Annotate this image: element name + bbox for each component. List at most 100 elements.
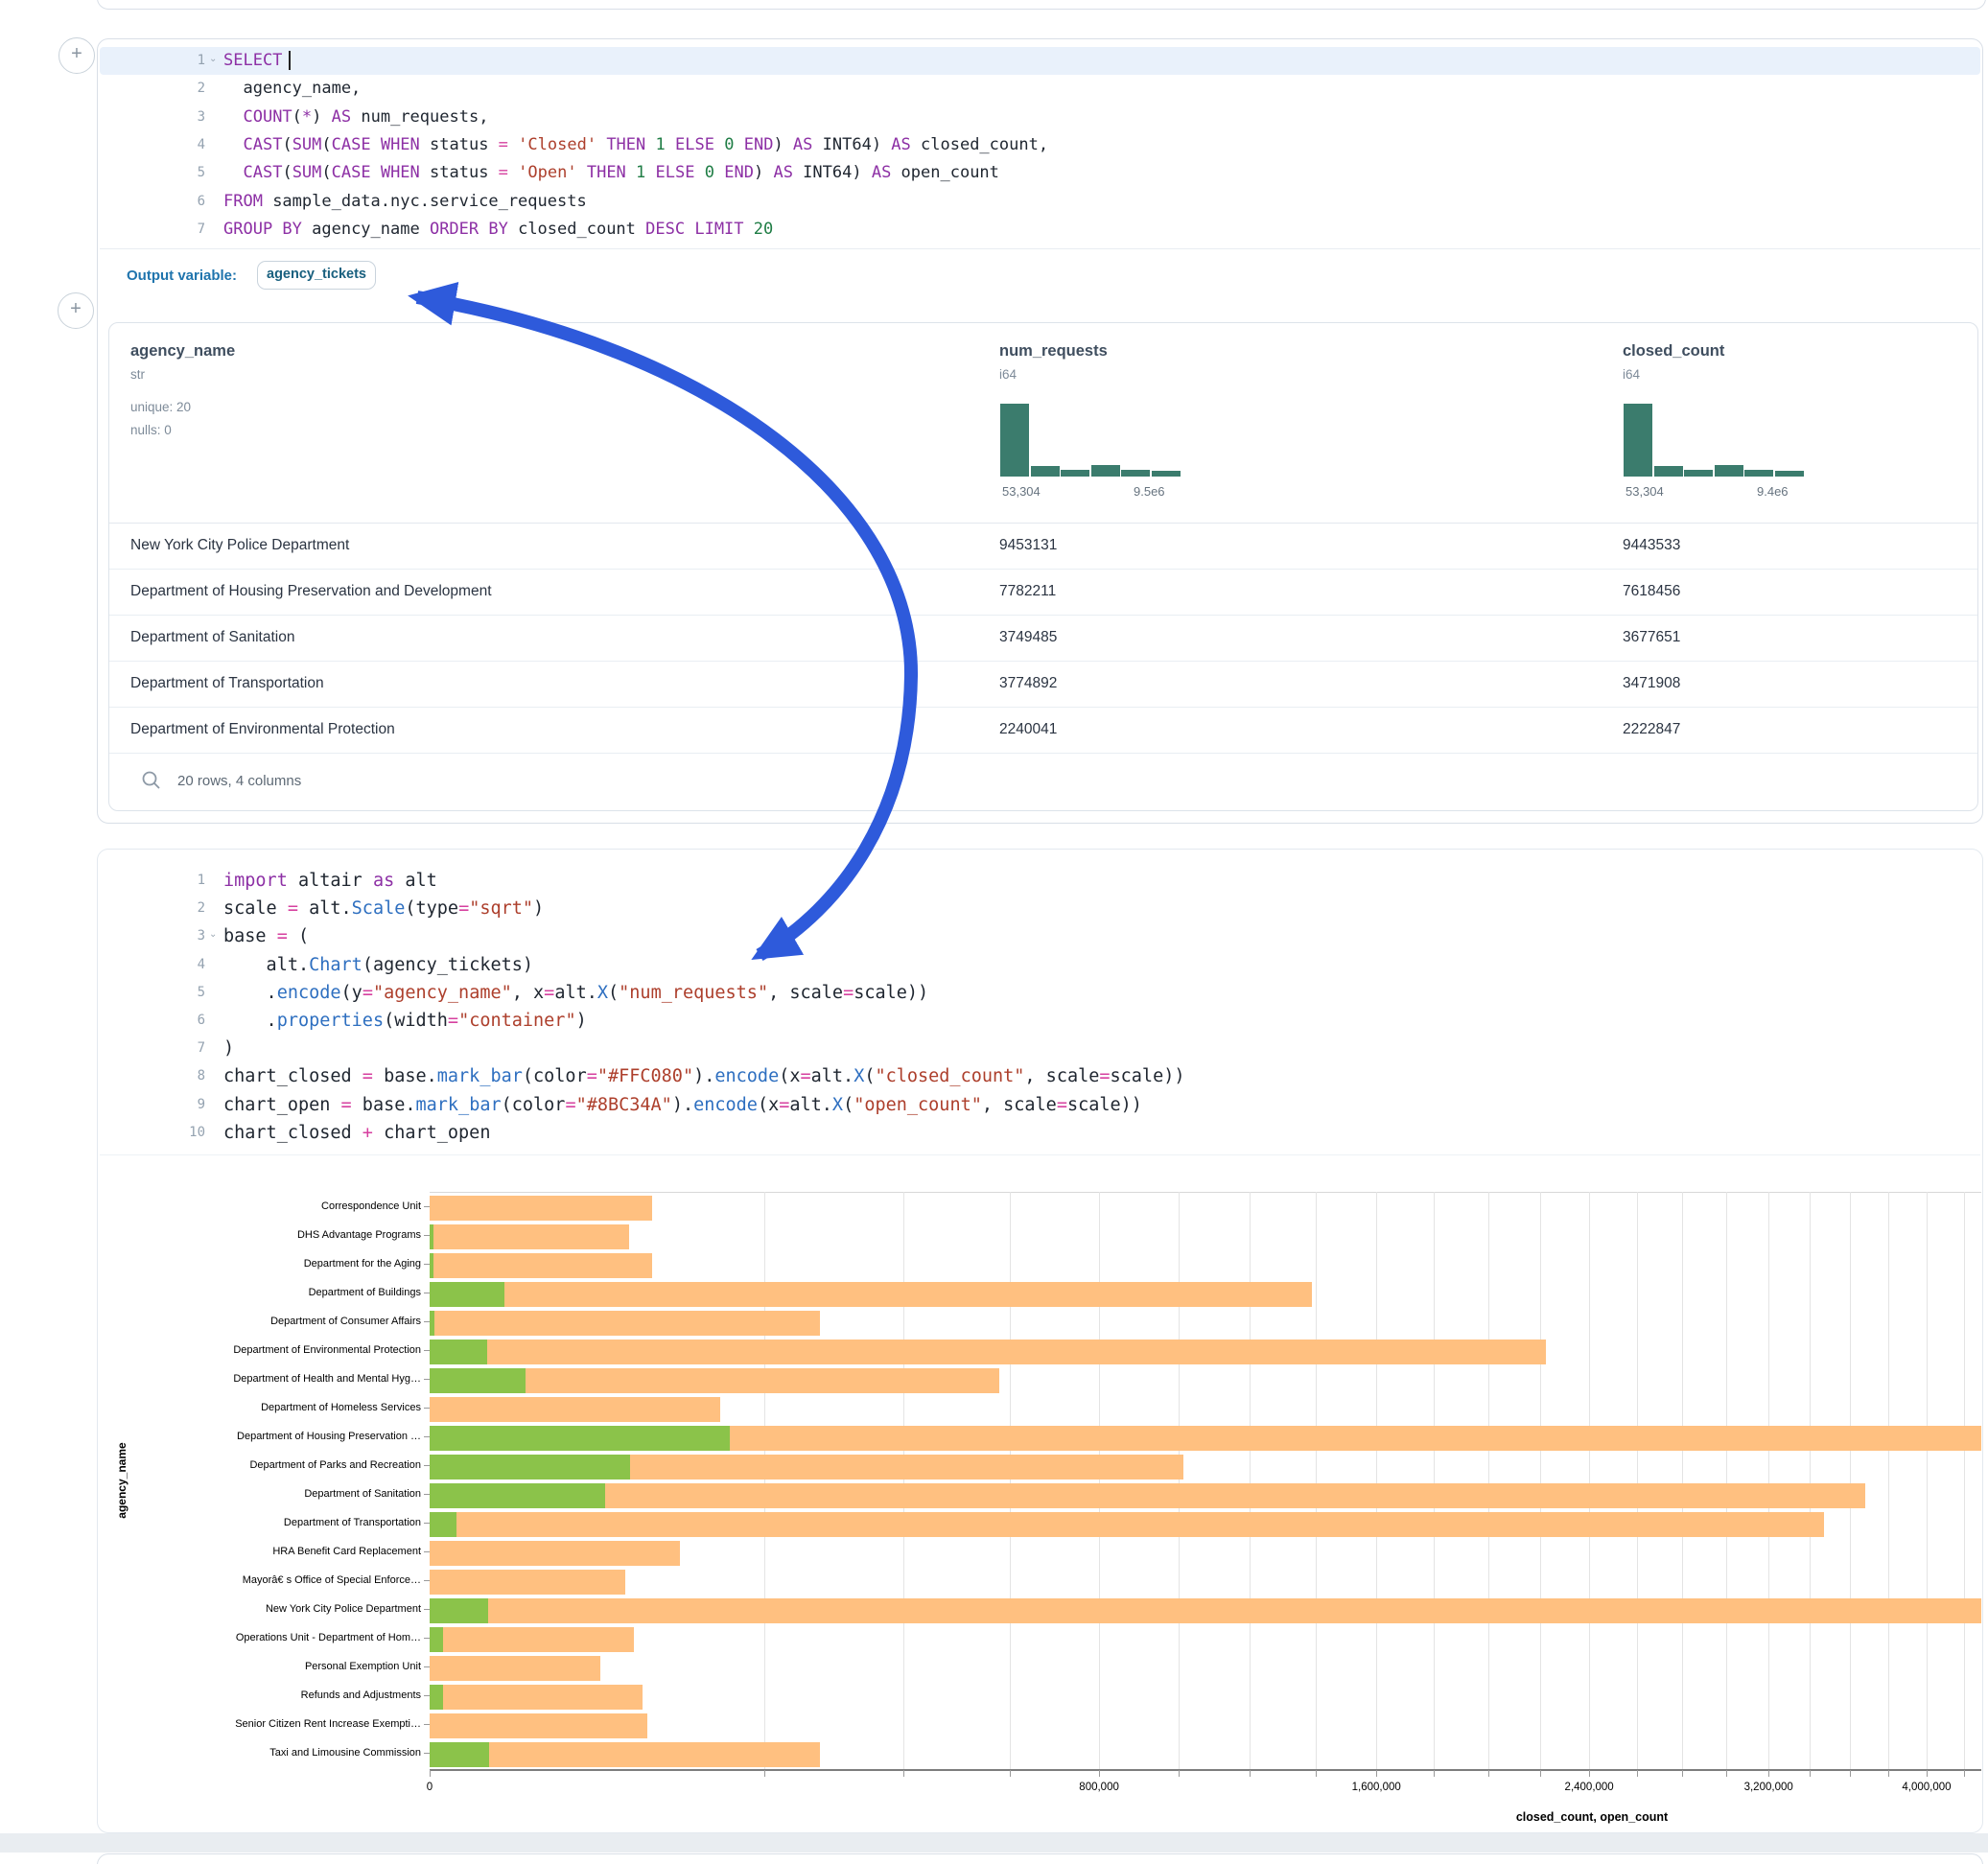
next-cell-border bbox=[97, 1853, 1983, 1864]
x-axis-line bbox=[430, 1769, 1981, 1771]
text-cursor bbox=[289, 51, 291, 70]
x-axis-label: 0 bbox=[372, 1782, 487, 1793]
bar-closed-5 bbox=[430, 1340, 1546, 1364]
row-divider bbox=[109, 753, 1977, 754]
gridline bbox=[1434, 1192, 1435, 1769]
code-line-3: 3⌄base = ( bbox=[98, 922, 1982, 950]
x-axis-label: 800,000 bbox=[1041, 1782, 1157, 1793]
table-cell[interactable]: 2240041 bbox=[999, 707, 1057, 753]
add-cell-button-top[interactable]: + bbox=[58, 37, 95, 74]
table-cell[interactable]: 2222847 bbox=[1623, 707, 1680, 753]
previous-cell-border bbox=[97, 0, 1986, 10]
histogram-bar bbox=[1030, 465, 1061, 478]
x-axis-label: 1,600,000 bbox=[1319, 1782, 1434, 1793]
histogram-bar bbox=[1653, 465, 1684, 478]
bar-open-3 bbox=[430, 1282, 504, 1307]
line-number: 1 bbox=[98, 867, 205, 895]
y-axis-label: Correspondence Unit bbox=[133, 1192, 421, 1221]
y-axis-label: Taxi and Limousine Commission bbox=[133, 1738, 421, 1767]
python-code-editor[interactable]: 1import altair as alt2scale = alt.Scale(… bbox=[98, 867, 1982, 1151]
search-icon[interactable] bbox=[141, 770, 162, 791]
line-number: 4 bbox=[98, 951, 205, 979]
bar-open-2 bbox=[430, 1253, 433, 1278]
table-cell[interactable]: Department of Transportation bbox=[130, 661, 324, 707]
bar-open-17 bbox=[430, 1685, 443, 1710]
x-tick bbox=[1888, 1770, 1889, 1777]
line-number: 10 bbox=[98, 1119, 205, 1147]
add-cell-button-middle[interactable]: + bbox=[58, 292, 94, 329]
line-number: 2 bbox=[98, 895, 205, 922]
column-type: i64 bbox=[999, 367, 1017, 382]
bar-open-14 bbox=[430, 1598, 488, 1623]
column-type: i64 bbox=[1623, 367, 1640, 382]
table-cell[interactable]: 3749485 bbox=[999, 615, 1057, 661]
table-cell[interactable]: 3677651 bbox=[1623, 615, 1680, 661]
gridline bbox=[1637, 1192, 1638, 1769]
x-tick bbox=[1637, 1770, 1638, 1777]
code-line-2: 2 agency_name, bbox=[98, 75, 1982, 103]
table-cell[interactable]: 3774892 bbox=[999, 661, 1057, 707]
table-cell[interactable]: 3471908 bbox=[1623, 661, 1680, 707]
table-cell[interactable]: 9453131 bbox=[999, 523, 1057, 569]
column-histogram bbox=[999, 405, 1181, 478]
bar-open-8 bbox=[430, 1426, 730, 1451]
histogram-bar bbox=[1151, 470, 1181, 478]
x-tick bbox=[1964, 1770, 1965, 1777]
line-number: 3 bbox=[98, 922, 205, 950]
column-header-closed_count[interactable]: closed_count bbox=[1623, 342, 1724, 361]
line-number: 6 bbox=[98, 188, 205, 216]
x-axis-label: 3,200,000 bbox=[1711, 1782, 1826, 1793]
table-cell[interactable]: 7782211 bbox=[999, 569, 1056, 615]
y-axis-label: Department of Housing Preservation … bbox=[133, 1422, 421, 1451]
bar-open-6 bbox=[430, 1368, 526, 1393]
gridline bbox=[1488, 1192, 1489, 1769]
y-axis-label: Operations Unit - Department of Hom… bbox=[133, 1623, 421, 1652]
x-axis-label: 2,400,000 bbox=[1532, 1782, 1647, 1793]
gridline bbox=[1250, 1192, 1251, 1769]
code-line-4: 4 CAST(SUM(CASE WHEN status = 'Closed' T… bbox=[98, 131, 1982, 159]
y-axis-label: Department of Transportation bbox=[133, 1508, 421, 1537]
table-cell[interactable]: Department of Sanitation bbox=[130, 615, 294, 661]
y-axis-label: Department of Consumer Affairs bbox=[133, 1307, 421, 1336]
table-cell[interactable]: Department of Housing Preservation and D… bbox=[130, 569, 492, 615]
table-cell[interactable]: 7618456 bbox=[1623, 569, 1680, 615]
table-cell[interactable]: Department of Environmental Protection bbox=[130, 707, 395, 753]
dataframe-preview: agency_namestrunique: 20nulls: 0num_requ… bbox=[108, 322, 1978, 811]
sql-cell: 1⌄SELECT2 agency_name,3 COUNT(*) AS num_… bbox=[97, 38, 1983, 824]
table-cell[interactable]: New York City Police Department bbox=[130, 523, 349, 569]
y-axis-label: Refunds and Adjustments bbox=[133, 1681, 421, 1710]
gridline bbox=[1540, 1192, 1541, 1769]
gridline bbox=[1726, 1192, 1727, 1769]
fold-caret-icon[interactable]: ⌄ bbox=[209, 920, 217, 948]
bar-closed-0 bbox=[430, 1196, 652, 1221]
x-tick bbox=[1316, 1770, 1317, 1777]
table-shape-status: 20 rows, 4 columns bbox=[177, 773, 301, 789]
code-line-7: 7GROUP BY agency_name ORDER BY closed_co… bbox=[98, 216, 1982, 244]
gridline bbox=[1964, 1192, 1965, 1769]
code-line-8: 8chart_closed = base.mark_bar(color="#FF… bbox=[98, 1062, 1982, 1090]
table-cell[interactable]: 9443533 bbox=[1623, 523, 1680, 569]
y-axis-label: Department of Homeless Services bbox=[133, 1393, 421, 1422]
gridline bbox=[1682, 1192, 1683, 1769]
gridline bbox=[903, 1192, 904, 1769]
output-variable-label: Output variable: bbox=[127, 268, 237, 284]
code-line-2: 2scale = alt.Scale(type="sqrt") bbox=[98, 895, 1982, 922]
bar-open-15 bbox=[430, 1627, 443, 1652]
code-line-10: 10chart_closed + chart_open bbox=[98, 1119, 1982, 1147]
line-number: 6 bbox=[98, 1007, 205, 1035]
y-axis-label: Senior Citizen Rent Increase Exempti… bbox=[133, 1710, 421, 1738]
x-tick bbox=[764, 1770, 765, 1777]
column-header-agency_name[interactable]: agency_name bbox=[130, 342, 235, 361]
bar-open-19 bbox=[430, 1742, 489, 1767]
sql-code-editor[interactable]: 1⌄SELECT2 agency_name,3 COUNT(*) AS num_… bbox=[98, 47, 1982, 250]
column-header-num_requests[interactable]: num_requests bbox=[999, 342, 1108, 361]
line-number: 7 bbox=[98, 1035, 205, 1062]
gridline bbox=[1179, 1192, 1180, 1769]
code-line-1: 1import altair as alt bbox=[98, 867, 1982, 895]
bar-closed-3 bbox=[430, 1282, 1312, 1307]
gridline bbox=[1376, 1192, 1377, 1769]
output-variable-pill[interactable]: agency_tickets bbox=[257, 261, 376, 290]
histogram-min-label: 53,304 bbox=[1625, 484, 1664, 499]
bar-open-10 bbox=[430, 1483, 605, 1508]
fold-caret-icon[interactable]: ⌄ bbox=[209, 45, 217, 73]
